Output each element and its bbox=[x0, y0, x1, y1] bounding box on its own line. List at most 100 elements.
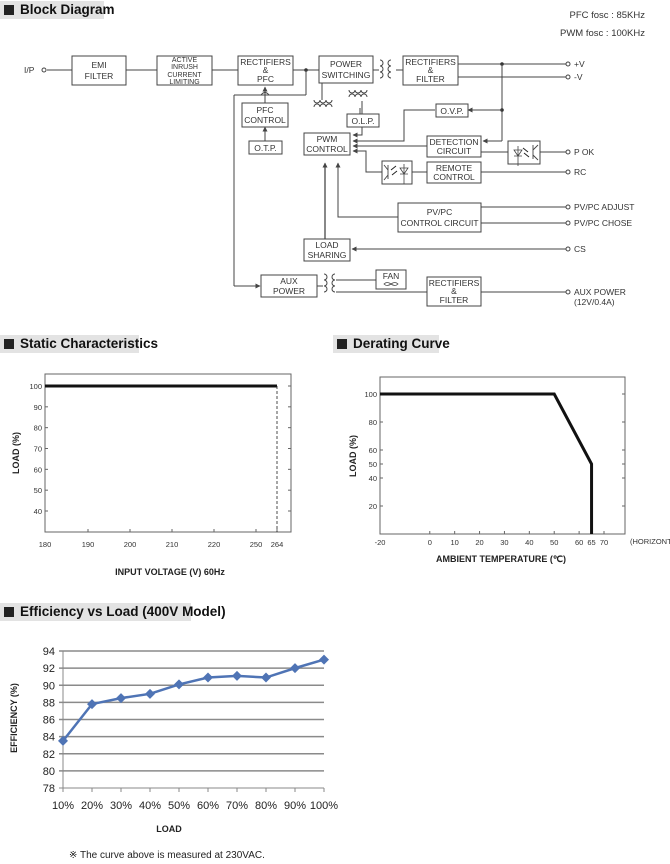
svg-text:PWM: PWM bbox=[317, 134, 338, 144]
efficiency-x-tick-label: 70% bbox=[226, 800, 248, 812]
derating-title-text: Derating Curve bbox=[353, 336, 450, 351]
derating-x-tick-label: 60 bbox=[575, 538, 583, 547]
svg-text:FILTER: FILTER bbox=[85, 71, 114, 81]
svg-text:POWER: POWER bbox=[273, 286, 305, 296]
terminal-pvpc-adjust: PV/PC ADJUST bbox=[574, 202, 634, 212]
svg-text:AUX: AUX bbox=[280, 276, 298, 286]
efficiency-y-tick-label: 92 bbox=[43, 663, 55, 675]
derating-load-line bbox=[380, 392, 594, 534]
svg-text:LIMITING: LIMITING bbox=[169, 79, 199, 86]
otp-block: O.T.P. bbox=[248, 140, 283, 155]
efficiency-x-tick-label: 80% bbox=[255, 800, 277, 812]
static-y-tick-label: 60 bbox=[34, 465, 42, 474]
block-diagram: EMIFILTER ACTIVEINRUSHCURRENTLIMITING RE… bbox=[24, 55, 634, 307]
optocoupler-icon bbox=[381, 160, 413, 185]
derating-x-tick-label: 65 bbox=[587, 538, 595, 547]
efficiency-ylabel: EFFICIENCY (%) bbox=[9, 683, 19, 753]
aux-power-block: AUXPOWER bbox=[260, 274, 318, 298]
static-y-tick-label: 70 bbox=[34, 445, 42, 454]
svg-text:CONTROL CIRCUIT: CONTROL CIRCUIT bbox=[400, 218, 478, 228]
svg-text:CURRENT: CURRENT bbox=[167, 72, 202, 79]
fan-block: FAN bbox=[375, 269, 407, 290]
static-x-tick-label: 250 bbox=[250, 540, 263, 549]
rectifiers-pfc-block: RECTIFIERS&PFC bbox=[237, 55, 294, 86]
efficiency-xlabel: LOAD bbox=[156, 824, 182, 834]
efficiency-data-point bbox=[116, 693, 126, 704]
derating-x-tick-label: 40 bbox=[525, 538, 533, 547]
inrush-limiting-block: ACTIVEINRUSHCURRENTLIMITING bbox=[156, 55, 213, 86]
pvpc-control-circuit-block: PV/PCCONTROL CIRCUIT bbox=[397, 202, 482, 233]
svg-text:INRUSH: INRUSH bbox=[171, 64, 198, 71]
remote-control-block: REMOTECONTROL bbox=[426, 161, 482, 184]
derating-y-tick-label: 60 bbox=[369, 446, 377, 455]
svg-text:O.V.P.: O.V.P. bbox=[440, 106, 463, 116]
svg-text:SHARING: SHARING bbox=[308, 250, 347, 260]
terminal-pvpc-chose: PV/PC CHOSE bbox=[574, 218, 632, 228]
svg-text:PFC: PFC bbox=[257, 105, 274, 115]
efficiency-data-point bbox=[319, 654, 329, 665]
svg-text:LOAD: LOAD bbox=[315, 240, 338, 250]
static-x-tick-label: 180 bbox=[39, 540, 52, 549]
svg-text:CONTROL: CONTROL bbox=[244, 115, 286, 125]
svg-text:PFC: PFC bbox=[257, 74, 274, 84]
bullet-square-icon bbox=[337, 339, 347, 349]
efficiency-data-point bbox=[203, 672, 213, 683]
pfc-control-block: PFCCONTROL bbox=[241, 102, 289, 128]
static-x-tick-label: 210 bbox=[166, 540, 179, 549]
terminal-ip: I/P bbox=[24, 65, 35, 75]
static-ylabel: LOAD (%) bbox=[11, 432, 21, 474]
svg-text:O.L.P.: O.L.P. bbox=[352, 116, 375, 126]
derating-x-tick-label: 70 bbox=[600, 538, 608, 547]
static-x-tick-label: 264 bbox=[271, 540, 284, 549]
svg-text:FILTER: FILTER bbox=[416, 74, 445, 84]
derating-x-tick-label: 10 bbox=[450, 538, 458, 547]
static-y-tick-label: 100 bbox=[29, 382, 42, 391]
static-x-tick-label: 200 bbox=[124, 540, 137, 549]
bullet-square-icon bbox=[4, 339, 14, 349]
static-y-tick-label: 80 bbox=[34, 424, 42, 433]
derating-x-tick-label: 20 bbox=[475, 538, 483, 547]
efficiency-y-tick-label: 80 bbox=[43, 766, 55, 778]
pwm-control-block: PWMCONTROL bbox=[303, 132, 351, 156]
rectifiers-filter-block: RECTIFIERS&FILTER bbox=[402, 55, 459, 86]
svg-text:EMI: EMI bbox=[91, 60, 106, 70]
efficiency-title: Efficiency vs Load (400V Model) bbox=[0, 603, 226, 621]
efficiency-x-tick-label: 90% bbox=[284, 800, 306, 812]
efficiency-y-tick-label: 88 bbox=[43, 697, 55, 709]
svg-text:FAN: FAN bbox=[383, 271, 400, 281]
terminal-cs: CS bbox=[574, 244, 586, 254]
derating-x-tick-label: 0 bbox=[428, 538, 432, 547]
svg-text:ACTIVE: ACTIVE bbox=[172, 57, 198, 64]
derating-x-suffix: (HORIZONTAL) bbox=[630, 537, 670, 546]
efficiency-x-tick-label: 50% bbox=[168, 800, 190, 812]
efficiency-data-point bbox=[174, 679, 184, 690]
static-xlabel: INPUT VOLTAGE (V) 60Hz bbox=[115, 567, 225, 577]
terminal-aux-power-rating: (12V/0.4A) bbox=[574, 297, 615, 307]
efficiency-data-point bbox=[87, 699, 97, 710]
derating-xlabel: AMBIENT TEMPERATURE (℃) bbox=[436, 554, 566, 564]
static-x-tick-label: 220 bbox=[208, 540, 221, 549]
power-switching-block: POWERSWITCHING bbox=[318, 55, 374, 84]
efficiency-x-tick-label: 40% bbox=[139, 800, 161, 812]
svg-text:PV/PC: PV/PC bbox=[427, 207, 453, 217]
efficiency-y-tick-label: 90 bbox=[43, 680, 55, 692]
derating-y-tick-label: 20 bbox=[369, 502, 377, 511]
efficiency-y-tick-label: 86 bbox=[43, 715, 55, 727]
derating-x-tick-label: 30 bbox=[500, 538, 508, 547]
static-plot-frame bbox=[44, 373, 292, 533]
derating-x-tick-label: 50 bbox=[550, 538, 558, 547]
static-x-tick-label: 190 bbox=[82, 540, 95, 549]
static-y-tick-label: 40 bbox=[34, 507, 42, 516]
svg-text:POWER: POWER bbox=[330, 59, 362, 69]
svg-text:CONTROL: CONTROL bbox=[433, 172, 475, 182]
load-sharing-block: LOADSHARING bbox=[303, 238, 351, 262]
derating-y-tick-label: 80 bbox=[369, 418, 377, 427]
efficiency-data-point bbox=[145, 688, 155, 699]
bullet-square-icon bbox=[4, 607, 14, 617]
efficiency-x-tick-label: 10% bbox=[52, 800, 74, 812]
efficiency-data-point bbox=[58, 735, 68, 746]
efficiency-y-tick-label: 78 bbox=[43, 783, 55, 795]
svg-text:CONTROL: CONTROL bbox=[306, 144, 348, 154]
terminal-aux-power: AUX POWER bbox=[574, 287, 626, 297]
terminal-p-ok: P OK bbox=[574, 147, 594, 157]
